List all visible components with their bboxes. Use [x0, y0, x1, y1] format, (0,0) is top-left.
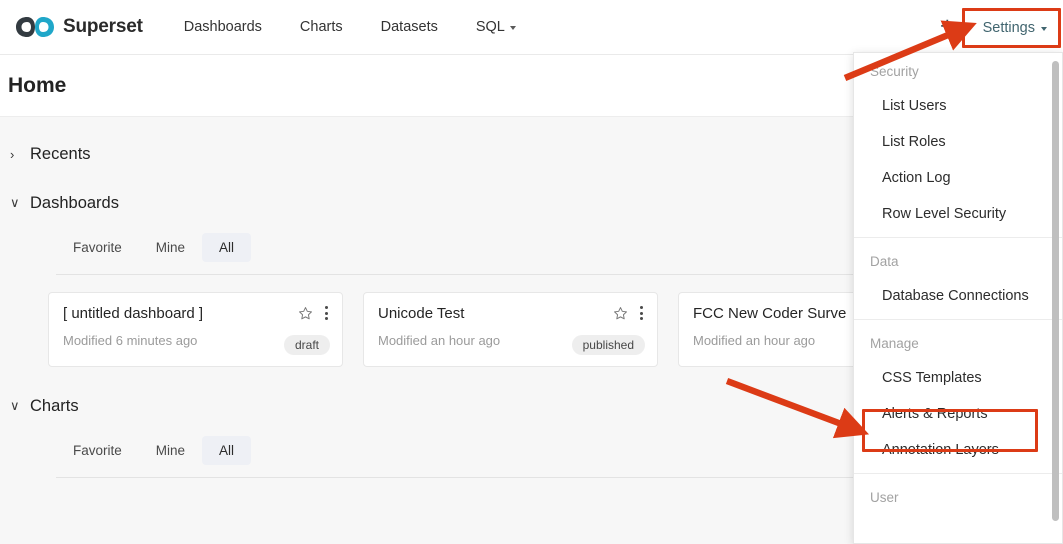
- tab-dashboards-favorite[interactable]: Favorite: [56, 233, 139, 262]
- dashboard-card-actions: [613, 305, 645, 321]
- menu-item-database-connections[interactable]: Database Connections: [854, 278, 1062, 314]
- superset-infinity-logo-icon: [16, 17, 54, 37]
- navbar-right-actions: + Settings: [930, 0, 1063, 55]
- tab-charts-mine[interactable]: Mine: [139, 436, 202, 465]
- tab-charts-favorite[interactable]: Favorite: [56, 436, 139, 465]
- status-badge: published: [571, 335, 645, 355]
- kebab-dot: [325, 317, 328, 320]
- star-outline-icon[interactable]: [613, 306, 628, 321]
- dashboard-card-title: [ untitled dashboard ]: [63, 305, 204, 322]
- tab-dashboards-mine[interactable]: Mine: [139, 233, 202, 262]
- chevron-down-icon: [509, 26, 516, 30]
- status-badge: draft: [283, 335, 330, 355]
- dashboard-card-title: Unicode Test: [378, 305, 465, 322]
- chevron-down-icon: [1041, 26, 1047, 31]
- nav-link-sql[interactable]: SQL: [457, 0, 535, 55]
- dropdown-group-label-data: Data: [870, 254, 899, 269]
- dashboard-card[interactable]: [ untitled dashboard ] Modified 6 minute…: [48, 292, 343, 367]
- settings-button[interactable]: Settings: [969, 0, 1063, 55]
- dropdown-group-label-security: Security: [870, 64, 919, 79]
- nav-link-sql-label: SQL: [475, 18, 505, 35]
- tab-charts-all[interactable]: All: [202, 435, 252, 465]
- superset-home-page: Superset Dashboards Charts Datasets SQL …: [0, 0, 1063, 544]
- menu-item-row-level-security[interactable]: Row Level Security: [854, 196, 1062, 232]
- dashboard-card-actions: [298, 305, 330, 321]
- menu-item-list-users[interactable]: List Users: [854, 88, 1062, 124]
- top-navbar: Superset Dashboards Charts Datasets SQL …: [0, 0, 1063, 55]
- nav-link-charts[interactable]: Charts: [281, 0, 362, 55]
- plus-icon[interactable]: +: [930, 14, 965, 39]
- dropdown-group-label-manage: Manage: [870, 336, 919, 351]
- kebab-dot: [325, 306, 328, 309]
- nav-link-datasets[interactable]: Datasets: [362, 0, 457, 55]
- settings-button-label: Settings: [982, 19, 1035, 36]
- dashboard-card[interactable]: Unicode Test Modified an hour ago publis…: [363, 292, 658, 367]
- menu-item-alerts-and-reports[interactable]: Alerts & Reports: [854, 396, 1062, 432]
- kebab-menu-icon[interactable]: [638, 305, 645, 321]
- kebab-dot: [640, 311, 643, 315]
- chevron-right-icon: ›: [10, 146, 15, 162]
- chevron-down-icon: ∨: [10, 398, 20, 413]
- menu-item-annotation-layers[interactable]: Annotation Layers: [854, 432, 1062, 468]
- chevron-down-icon: ∨: [10, 195, 20, 210]
- menu-item-list-roles[interactable]: List Roles: [854, 124, 1062, 160]
- dropdown-divider: [854, 319, 1062, 320]
- brand-logo-link[interactable]: Superset: [14, 0, 143, 55]
- dropdown-group-label-user: User: [870, 490, 899, 505]
- kebab-dot: [640, 317, 643, 320]
- tab-dashboards-all[interactable]: All: [202, 232, 252, 262]
- kebab-dot: [640, 306, 643, 309]
- recents-title: Recents: [30, 144, 91, 163]
- nav-links: Dashboards Charts Datasets SQL: [165, 0, 535, 55]
- settings-dropdown-menu: Security List Users List Roles Action Lo…: [853, 52, 1063, 544]
- dropdown-scrollbar[interactable]: [1052, 61, 1059, 521]
- charts-title: Charts: [30, 396, 79, 415]
- kebab-menu-icon[interactable]: [323, 305, 330, 321]
- dropdown-divider: [854, 473, 1062, 474]
- menu-item-css-templates[interactable]: CSS Templates: [854, 360, 1062, 396]
- menu-item-action-log[interactable]: Action Log: [854, 160, 1062, 196]
- nav-link-dashboards[interactable]: Dashboards: [165, 0, 281, 55]
- brand-name: Superset: [63, 16, 143, 37]
- kebab-dot: [325, 311, 328, 315]
- dropdown-divider: [854, 237, 1062, 238]
- star-outline-icon[interactable]: [298, 306, 313, 321]
- dashboards-title: Dashboards: [30, 193, 119, 212]
